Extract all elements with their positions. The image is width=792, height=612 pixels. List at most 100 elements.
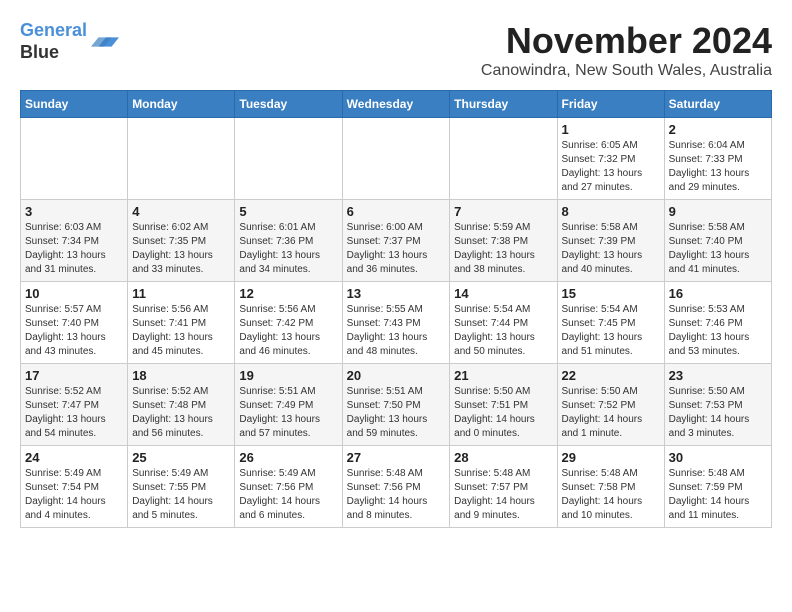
day-info: Sunrise: 5:54 AMSunset: 7:45 PMDaylight:…	[562, 303, 660, 359]
calendar-cell: 18 Sunrise: 5:52 AMSunset: 7:48 PMDayligh…	[128, 364, 235, 446]
calendar-cell: 20 Sunrise: 5:51 AMSunset: 7:50 PMDayligh…	[342, 364, 450, 446]
day-info: Sunrise: 6:02 AMSunset: 7:35 PMDaylight:…	[132, 221, 230, 277]
calendar-cell: 25 Sunrise: 5:49 AMSunset: 7:55 PMDayligh…	[128, 446, 235, 528]
header: General Blue November 2024 Canowindra, N…	[20, 20, 772, 80]
weekday-header: Wednesday	[342, 91, 450, 118]
day-info: Sunrise: 5:50 AMSunset: 7:51 PMDaylight:…	[454, 385, 552, 441]
calendar-cell: 29 Sunrise: 5:48 AMSunset: 7:58 PMDayligh…	[557, 446, 664, 528]
calendar-cell	[128, 118, 235, 200]
calendar-cell: 5 Sunrise: 6:01 AMSunset: 7:36 PMDaylight…	[235, 200, 342, 282]
day-number: 23	[669, 368, 767, 383]
weekday-header: Saturday	[664, 91, 771, 118]
calendar-cell: 21Sunrise: 5:50 AMSunset: 7:51 PMDayligh…	[450, 364, 557, 446]
calendar-cell	[21, 118, 128, 200]
calendar-cell	[450, 118, 557, 200]
calendar-cell: 30 Sunrise: 5:48 AMSunset: 7:59 PMDayligh…	[664, 446, 771, 528]
logo-text: General Blue	[20, 20, 87, 63]
day-number: 18	[132, 368, 230, 383]
day-info: Sunrise: 5:59 AMSunset: 7:38 PMDaylight:…	[454, 221, 552, 277]
weekday-header-row: SundayMondayTuesdayWednesdayThursdayFrid…	[21, 91, 772, 118]
day-number: 20	[347, 368, 446, 383]
month-title: November 2024	[481, 20, 772, 62]
calendar-cell: 16Sunrise: 5:53 AMSunset: 7:46 PMDayligh…	[664, 282, 771, 364]
day-number: 7	[454, 204, 552, 219]
calendar-cell: 7 Sunrise: 5:59 AMSunset: 7:38 PMDaylight…	[450, 200, 557, 282]
day-info: Sunrise: 5:48 AMSunset: 7:58 PMDaylight:…	[562, 467, 660, 523]
calendar-cell: 13 Sunrise: 5:55 AMSunset: 7:43 PMDayligh…	[342, 282, 450, 364]
day-number: 26	[239, 450, 337, 465]
day-info: Sunrise: 5:51 AMSunset: 7:50 PMDaylight:…	[347, 385, 446, 441]
day-number: 1	[562, 122, 660, 137]
day-info: Sunrise: 5:56 AMSunset: 7:41 PMDaylight:…	[132, 303, 230, 359]
day-number: 16	[669, 286, 767, 301]
day-info: Sunrise: 5:58 AMSunset: 7:39 PMDaylight:…	[562, 221, 660, 277]
day-info: Sunrise: 5:50 AMSunset: 7:53 PMDaylight:…	[669, 385, 767, 441]
calendar-week-row: 10 Sunrise: 5:57 AMSunset: 7:40 PMDayligh…	[21, 282, 772, 364]
weekday-header: Tuesday	[235, 91, 342, 118]
day-number: 13	[347, 286, 446, 301]
calendar-cell: 1Sunrise: 6:05 AMSunset: 7:32 PMDaylight…	[557, 118, 664, 200]
day-number: 3	[25, 204, 123, 219]
calendar-cell: 4 Sunrise: 6:02 AMSunset: 7:35 PMDaylight…	[128, 200, 235, 282]
day-info: Sunrise: 5:52 AMSunset: 7:48 PMDaylight:…	[132, 385, 230, 441]
day-info: Sunrise: 5:50 AMSunset: 7:52 PMDaylight:…	[562, 385, 660, 441]
day-number: 30	[669, 450, 767, 465]
weekday-header: Monday	[128, 91, 235, 118]
day-info: Sunrise: 5:57 AMSunset: 7:40 PMDaylight:…	[25, 303, 123, 359]
weekday-header: Friday	[557, 91, 664, 118]
calendar-cell: 6 Sunrise: 6:00 AMSunset: 7:37 PMDaylight…	[342, 200, 450, 282]
day-number: 29	[562, 450, 660, 465]
location-title: Canowindra, New South Wales, Australia	[481, 62, 772, 80]
calendar-table: SundayMondayTuesdayWednesdayThursdayFrid…	[20, 90, 772, 528]
day-info: Sunrise: 5:54 AMSunset: 7:44 PMDaylight:…	[454, 303, 552, 359]
day-number: 25	[132, 450, 230, 465]
day-number: 2	[669, 122, 767, 137]
calendar-cell: 28Sunrise: 5:48 AMSunset: 7:57 PMDayligh…	[450, 446, 557, 528]
day-info: Sunrise: 6:04 AMSunset: 7:33 PMDaylight:…	[669, 139, 767, 195]
day-number: 6	[347, 204, 446, 219]
calendar-week-row: 17 Sunrise: 5:52 AMSunset: 7:47 PMDayligh…	[21, 364, 772, 446]
day-info: Sunrise: 5:49 AMSunset: 7:55 PMDaylight:…	[132, 467, 230, 523]
day-number: 14	[454, 286, 552, 301]
calendar-cell: 9Sunrise: 5:58 AMSunset: 7:40 PMDaylight…	[664, 200, 771, 282]
calendar-cell: 24Sunrise: 5:49 AMSunset: 7:54 PMDayligh…	[21, 446, 128, 528]
calendar-cell: 12Sunrise: 5:56 AMSunset: 7:42 PMDayligh…	[235, 282, 342, 364]
calendar-cell: 11 Sunrise: 5:56 AMSunset: 7:41 PMDayligh…	[128, 282, 235, 364]
day-info: Sunrise: 5:51 AMSunset: 7:49 PMDaylight:…	[239, 385, 337, 441]
calendar-cell: 2 Sunrise: 6:04 AMSunset: 7:33 PMDaylight…	[664, 118, 771, 200]
day-info: Sunrise: 5:49 AMSunset: 7:56 PMDaylight:…	[239, 467, 337, 523]
day-info: Sunrise: 5:58 AMSunset: 7:40 PMDaylight:…	[669, 221, 767, 277]
day-number: 17	[25, 368, 123, 383]
day-info: Sunrise: 5:55 AMSunset: 7:43 PMDaylight:…	[347, 303, 446, 359]
day-number: 24	[25, 450, 123, 465]
day-number: 4	[132, 204, 230, 219]
calendar-cell: 15 Sunrise: 5:54 AMSunset: 7:45 PMDayligh…	[557, 282, 664, 364]
calendar-week-row: 3Sunrise: 6:03 AMSunset: 7:34 PMDaylight…	[21, 200, 772, 282]
calendar-cell: 26 Sunrise: 5:49 AMSunset: 7:56 PMDayligh…	[235, 446, 342, 528]
day-info: Sunrise: 5:52 AMSunset: 7:47 PMDaylight:…	[25, 385, 123, 441]
day-info: Sunrise: 5:48 AMSunset: 7:56 PMDaylight:…	[347, 467, 446, 523]
day-number: 15	[562, 286, 660, 301]
calendar-cell: 17 Sunrise: 5:52 AMSunset: 7:47 PMDayligh…	[21, 364, 128, 446]
day-info: Sunrise: 6:00 AMSunset: 7:37 PMDaylight:…	[347, 221, 446, 277]
day-number: 27	[347, 450, 446, 465]
day-number: 22	[562, 368, 660, 383]
day-info: Sunrise: 5:56 AMSunset: 7:42 PMDaylight:…	[239, 303, 337, 359]
day-number: 11	[132, 286, 230, 301]
calendar-cell: 14 Sunrise: 5:54 AMSunset: 7:44 PMDayligh…	[450, 282, 557, 364]
calendar-cell	[235, 118, 342, 200]
day-number: 10	[25, 286, 123, 301]
calendar-cell: 3Sunrise: 6:03 AMSunset: 7:34 PMDaylight…	[21, 200, 128, 282]
title-area: November 2024 Canowindra, New South Wale…	[481, 20, 772, 80]
calendar-cell: 27 Sunrise: 5:48 AMSunset: 7:56 PMDayligh…	[342, 446, 450, 528]
calendar-cell: 19 Sunrise: 5:51 AMSunset: 7:49 PMDayligh…	[235, 364, 342, 446]
day-number: 5	[239, 204, 337, 219]
logo-icon	[91, 28, 119, 56]
calendar-cell	[342, 118, 450, 200]
day-number: 28	[454, 450, 552, 465]
day-info: Sunrise: 5:48 AMSunset: 7:59 PMDaylight:…	[669, 467, 767, 523]
day-number: 19	[239, 368, 337, 383]
calendar-week-row: 1Sunrise: 6:05 AMSunset: 7:32 PMDaylight…	[21, 118, 772, 200]
weekday-header: Sunday	[21, 91, 128, 118]
day-info: Sunrise: 6:01 AMSunset: 7:36 PMDaylight:…	[239, 221, 337, 277]
